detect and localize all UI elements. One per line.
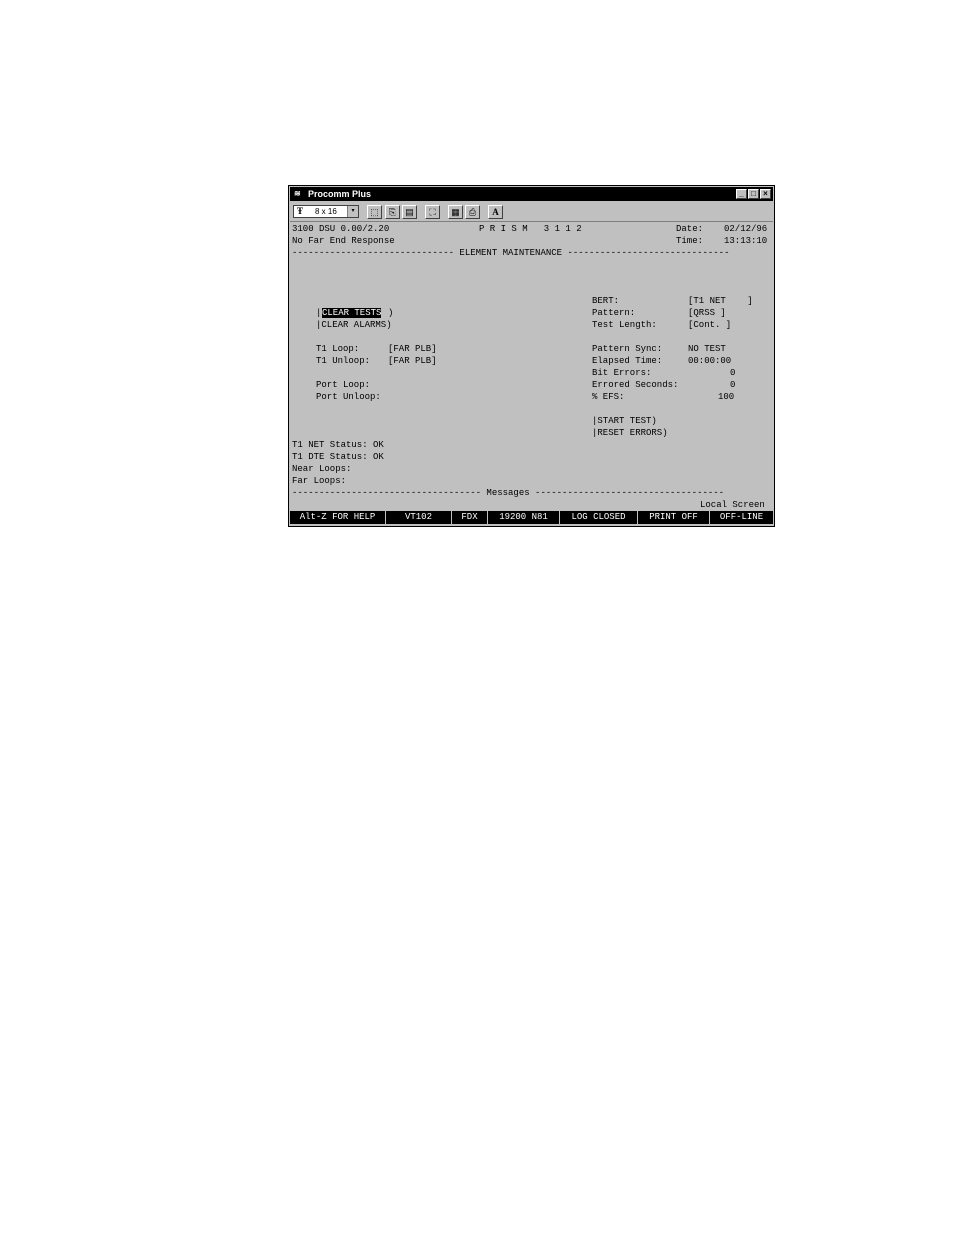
toolbar: Ŧ 8 x 16 ▾ ⬚ ⎘ ▤ ⛶ ▦ ⎙ A bbox=[290, 202, 773, 222]
paste-icon[interactable]: ▤ bbox=[402, 205, 417, 219]
clear-tests-bracket: | bbox=[316, 308, 322, 318]
baud-status[interactable]: 19200 N81 bbox=[488, 511, 560, 524]
elapsed-time-label: Elapsed Time: bbox=[592, 356, 663, 366]
close-button[interactable]: × bbox=[760, 189, 771, 199]
duplex-status[interactable]: FDX bbox=[452, 511, 488, 524]
font-icon[interactable]: A bbox=[488, 205, 503, 219]
properties-icon[interactable]: ▦ bbox=[448, 205, 463, 219]
port-loop-label: Port Loop: bbox=[316, 380, 371, 390]
errored-seconds-value: 0 bbox=[730, 380, 736, 390]
efs-value: 100 bbox=[718, 392, 735, 402]
pattern-sync-label: Pattern Sync: bbox=[592, 344, 663, 354]
print-status[interactable]: PRINT OFF bbox=[638, 511, 710, 524]
help-status[interactable]: Alt-Z FOR HELP bbox=[290, 511, 386, 524]
minimize-button[interactable]: _ bbox=[736, 189, 747, 199]
efs-label: % EFS: bbox=[592, 392, 625, 402]
t1-dte-status: T1 DTE Status: OK bbox=[292, 452, 384, 462]
product-name: P R I S M 3 1 1 2 bbox=[479, 224, 582, 234]
reset-errors-button[interactable]: |RESET ERRORS) bbox=[592, 428, 668, 438]
title-bar[interactable]: ≋ Procomm Plus _ □ × bbox=[290, 187, 773, 201]
procomm-logo-icon: ≋ bbox=[294, 189, 301, 198]
local-screen-label: Local Screen bbox=[700, 500, 765, 510]
section-title: ------------------------------ ELEMENT M… bbox=[292, 248, 730, 258]
status-bar: Alt-Z FOR HELP VT102 FDX 19200 N81 LOG C… bbox=[290, 511, 773, 524]
clear-alarms-button[interactable]: |CLEAR ALARMS) bbox=[316, 320, 392, 330]
test-length-field[interactable]: [Cont. ] bbox=[688, 320, 731, 330]
elapsed-time-value: 00:00:00 bbox=[688, 356, 732, 366]
truetype-font-icon: Ŧ bbox=[297, 206, 304, 216]
time-label: Time: bbox=[676, 236, 704, 246]
date-value: 02/12/96 bbox=[724, 224, 768, 234]
terminal-screen[interactable]: 3100 DSU 0.00/2.20 P R I S M 3 1 1 2 Dat… bbox=[292, 224, 772, 511]
log-status[interactable]: LOG CLOSED bbox=[560, 511, 638, 524]
start-test-button[interactable]: |START TEST) bbox=[592, 416, 657, 426]
bert-field[interactable]: [T1 NET ] bbox=[688, 296, 753, 306]
time-value: 13:13:10 bbox=[724, 236, 768, 246]
maximize-button[interactable]: □ bbox=[748, 189, 759, 199]
t1-loop-label: T1 Loop: bbox=[316, 344, 360, 354]
t1-unloop-label: T1 Unloop: bbox=[316, 356, 371, 366]
emulation-status[interactable]: VT102 bbox=[386, 511, 452, 524]
near-loops: Near Loops: bbox=[292, 464, 352, 474]
line-status[interactable]: OFF-LINE bbox=[710, 511, 773, 524]
port-unloop-label: Port Unloop: bbox=[316, 392, 381, 402]
select-icon[interactable]: ⬚ bbox=[367, 205, 382, 219]
procomm-window: ≋ Procomm Plus _ □ × Ŧ 8 x 16 ▾ ⬚ ⎘ ▤ ⛶ … bbox=[288, 185, 775, 527]
t1-unloop-field[interactable]: [FAR PLB] bbox=[388, 356, 437, 366]
font-size-value: 8 x 16 bbox=[315, 207, 337, 216]
test-length-label: Test Length: bbox=[592, 320, 657, 330]
date-label: Date: bbox=[676, 224, 704, 234]
chevron-down-icon[interactable]: ▾ bbox=[347, 206, 358, 217]
clear-tests-button[interactable]: CLEAR TESTS bbox=[322, 308, 382, 318]
clear-tests-bracket-close: ) bbox=[388, 308, 394, 318]
copy-icon[interactable]: ⎘ bbox=[385, 205, 400, 219]
window-title: Procomm Plus bbox=[308, 189, 372, 199]
font-size-select[interactable]: Ŧ 8 x 16 ▾ bbox=[293, 205, 359, 218]
device-version: 3100 DSU 0.00/2.20 bbox=[292, 224, 390, 234]
bit-errors-label: Bit Errors: bbox=[592, 368, 652, 378]
t1-net-status: T1 NET Status: OK bbox=[292, 440, 384, 450]
response-status: No Far End Response bbox=[292, 236, 395, 246]
messages-divider: ----------------------------------- Mess… bbox=[292, 488, 725, 498]
print-icon[interactable]: ⎙ bbox=[465, 205, 480, 219]
pattern-label: Pattern: bbox=[592, 308, 636, 318]
t1-loop-field[interactable]: [FAR PLB] bbox=[388, 344, 437, 354]
pattern-field[interactable]: [QRSS ] bbox=[688, 308, 726, 318]
errored-seconds-label: Errored Seconds: bbox=[592, 380, 679, 390]
pattern-sync-value: NO TEST bbox=[688, 344, 726, 354]
bit-errors-value: 0 bbox=[730, 368, 736, 378]
far-loops: Far Loops: bbox=[292, 476, 347, 486]
bert-label: BERT: bbox=[592, 296, 620, 306]
fullscreen-icon[interactable]: ⛶ bbox=[425, 205, 440, 219]
